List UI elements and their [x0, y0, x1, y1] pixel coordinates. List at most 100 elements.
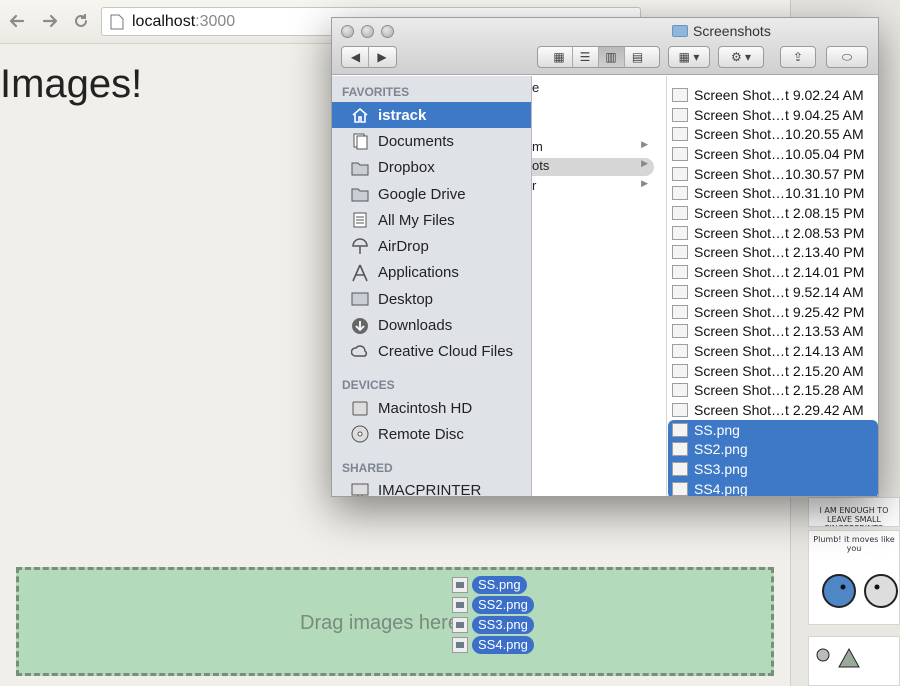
- file-name: Screen Shot…t 2.08.15 PM: [694, 205, 865, 222]
- sidebar-item-documents[interactable]: Documents: [332, 128, 531, 154]
- thumbnail-image[interactable]: [808, 636, 900, 686]
- file-name: Screen Shot…t 2.15.28 AM: [694, 382, 864, 399]
- sidebar-section-shared: SHARED: [342, 460, 393, 475]
- thumbnail-image[interactable]: Plumb! it moves like you: [808, 530, 900, 625]
- sidebar-item-label: Documents: [378, 132, 454, 150]
- folder-row-label: e: [532, 80, 540, 95]
- file-row[interactable]: Screen Shot…t 2.13.40 PM: [668, 243, 875, 263]
- sidebar-item-label: Desktop: [378, 290, 434, 308]
- file-row-selected[interactable]: SS.png: [668, 420, 875, 440]
- cover-flow-icon[interactable]: ▤: [625, 47, 651, 67]
- file-row[interactable]: Screen Shot…t 2.13.53 AM: [668, 321, 875, 341]
- close-window-button[interactable]: [341, 25, 354, 38]
- share-button[interactable]: ⇪: [780, 46, 816, 68]
- file-row[interactable]: Screen Shot…t 9.04.25 AM: [668, 105, 875, 125]
- view-mode-buttons[interactable]: ▦ ☰ ▥ ▤: [537, 46, 660, 68]
- back-icon[interactable]: [4, 8, 30, 34]
- arrange-button[interactable]: ▦ ▾: [668, 46, 710, 68]
- sidebar-item-creative-cloud[interactable]: Creative Cloud Files: [332, 339, 531, 365]
- minimize-window-button[interactable]: [361, 25, 374, 38]
- sidebar-item-applications[interactable]: Applications: [332, 260, 531, 286]
- file-name: Screen Shot…t 9.02.24 AM: [694, 86, 864, 103]
- file-name: Screen Shot…t 9.52.14 AM: [694, 283, 864, 300]
- file-row[interactable]: Screen Shot…t 2.29.42 AM: [668, 400, 875, 420]
- file-row[interactable]: Screen Shot…t 2.15.28 AM: [668, 381, 875, 401]
- sidebar-item-dropbox[interactable]: Dropbox: [332, 155, 531, 181]
- file-row[interactable]: Screen Shot…t 2.14.01 PM: [668, 262, 875, 282]
- folder-row[interactable]: r ▶: [532, 178, 654, 196]
- drop-zone-label: Drag images here: [300, 612, 459, 634]
- image-file-icon: [672, 403, 688, 418]
- sidebar-item-label: Dropbox: [378, 159, 435, 177]
- image-file-icon: [672, 107, 688, 122]
- back-forward-buttons[interactable]: ◀ ▶: [341, 46, 397, 68]
- cartoon-illustration: [816, 647, 860, 668]
- sidebar-item-imacprinter[interactable]: IMACPRINTER: [332, 478, 531, 497]
- sidebar-item-macintosh-hd[interactable]: Macintosh HD: [332, 395, 531, 421]
- finder-titlebar[interactable]: Screenshots ◀ ▶ ▦ ☰ ▥ ▤ ▦ ▾ ⚙ ▾ ⇪ ⬭: [332, 18, 878, 75]
- file-row-selected[interactable]: SS3.png: [668, 459, 875, 479]
- sidebar-item-label: istrack: [378, 106, 427, 124]
- file-name: Screen Shot…t 2.13.40 PM: [694, 244, 865, 261]
- tags-button[interactable]: ⬭: [826, 46, 868, 68]
- file-row-selected[interactable]: SS4.png: [668, 479, 875, 496]
- dragged-file-name: SS2.png: [472, 596, 534, 614]
- file-row[interactable]: Screen Shot…t 2.08.53 PM: [668, 223, 875, 243]
- finder-window: Screenshots ◀ ▶ ▦ ☰ ▥ ▤ ▦ ▾ ⚙ ▾ ⇪ ⬭ e m ▶…: [331, 17, 879, 497]
- thumbnail-caption: I AM ENOUGH TO LEAVE SMALL FINGERPRINTS: [819, 506, 889, 526]
- action-button[interactable]: ⚙ ▾: [718, 46, 764, 68]
- sidebar-item-label: Google Drive: [378, 185, 466, 203]
- sidebar-item-istrack[interactable]: istrack: [332, 102, 531, 129]
- folder-row[interactable]: m ▶: [532, 139, 654, 157]
- thumbnail-image[interactable]: I AM ENOUGH TO LEAVE SMALL FINGERPRINTS: [808, 497, 900, 527]
- hard-drive-icon: [350, 399, 370, 417]
- file-name: Screen Shot…t 2.13.53 AM: [694, 323, 864, 340]
- sidebar-item-label: IMACPRINTER: [378, 482, 482, 497]
- list-view-icon[interactable]: ☰: [573, 47, 599, 67]
- sidebar-item-label: AirDrop: [378, 238, 429, 256]
- reload-icon[interactable]: [68, 8, 94, 34]
- sidebar-item-desktop[interactable]: Desktop: [332, 286, 531, 312]
- image-file-icon: [672, 442, 688, 457]
- file-row-selected[interactable]: SS2.png: [668, 440, 875, 460]
- file-row[interactable]: Screen Shot…t 9.25.42 PM: [668, 302, 875, 322]
- disc-icon: [350, 425, 370, 443]
- gear-icon: ⚙ ▾: [730, 50, 752, 64]
- folder-row-label: m: [532, 139, 543, 154]
- finder-forward-icon[interactable]: ▶: [369, 47, 395, 67]
- icon-view-icon[interactable]: ▦: [547, 47, 573, 67]
- file-name: Screen Shot…10.05.04 PM: [694, 145, 865, 162]
- file-row[interactable]: Screen Shot…t 2.15.20 AM: [668, 361, 875, 381]
- sidebar-section-devices: DEVICES: [342, 377, 395, 392]
- sidebar-item-google-drive[interactable]: Google Drive: [332, 181, 531, 207]
- applications-icon: [350, 264, 370, 282]
- image-file-icon: [672, 481, 688, 496]
- file-row[interactable]: Screen Shot…t 2.08.15 PM: [668, 203, 875, 223]
- file-row[interactable]: Screen Shot…t 9.52.14 AM: [668, 282, 875, 302]
- file-row[interactable]: Screen Shot…t 2.14.13 AM: [668, 341, 875, 361]
- image-file-icon: [672, 206, 688, 221]
- forward-icon[interactable]: [37, 8, 63, 34]
- image-file-icon: [672, 363, 688, 378]
- sidebar-item-downloads[interactable]: Downloads: [332, 312, 531, 338]
- file-row[interactable]: Screen Shot…10.20.55 AM: [668, 124, 875, 144]
- file-name: Screen Shot…10.20.55 AM: [694, 126, 864, 143]
- sidebar-item-remote-disc[interactable]: Remote Disc: [332, 421, 531, 447]
- column-view-icon[interactable]: ▥: [598, 47, 625, 67]
- folder-row-selected[interactable]: ots ▶: [532, 158, 654, 176]
- folder-row[interactable]: e: [532, 80, 654, 98]
- file-name: Screen Shot…10.30.57 PM: [694, 165, 865, 182]
- sidebar-item-airdrop[interactable]: AirDrop: [332, 233, 531, 259]
- dragged-file-name: SS.png: [472, 576, 527, 594]
- chevron-right-icon: ▶: [641, 139, 648, 149]
- image-file-icon: [672, 304, 688, 319]
- image-file-icon: [452, 637, 468, 653]
- file-row[interactable]: Screen Shot…10.30.57 PM: [668, 164, 875, 184]
- zoom-window-button[interactable]: [381, 25, 394, 38]
- file-row[interactable]: Screen Shot…10.31.10 PM: [668, 184, 875, 204]
- dragged-files: SS.png SS2.png SS3.png SS4.png: [452, 575, 534, 655]
- finder-back-icon[interactable]: ◀: [343, 47, 369, 67]
- file-row[interactable]: Screen Shot…10.05.04 PM: [668, 144, 875, 164]
- file-row[interactable]: Screen Shot…t 9.02.24 AM: [668, 85, 875, 105]
- sidebar-item-all-my-files[interactable]: All My Files: [332, 207, 531, 233]
